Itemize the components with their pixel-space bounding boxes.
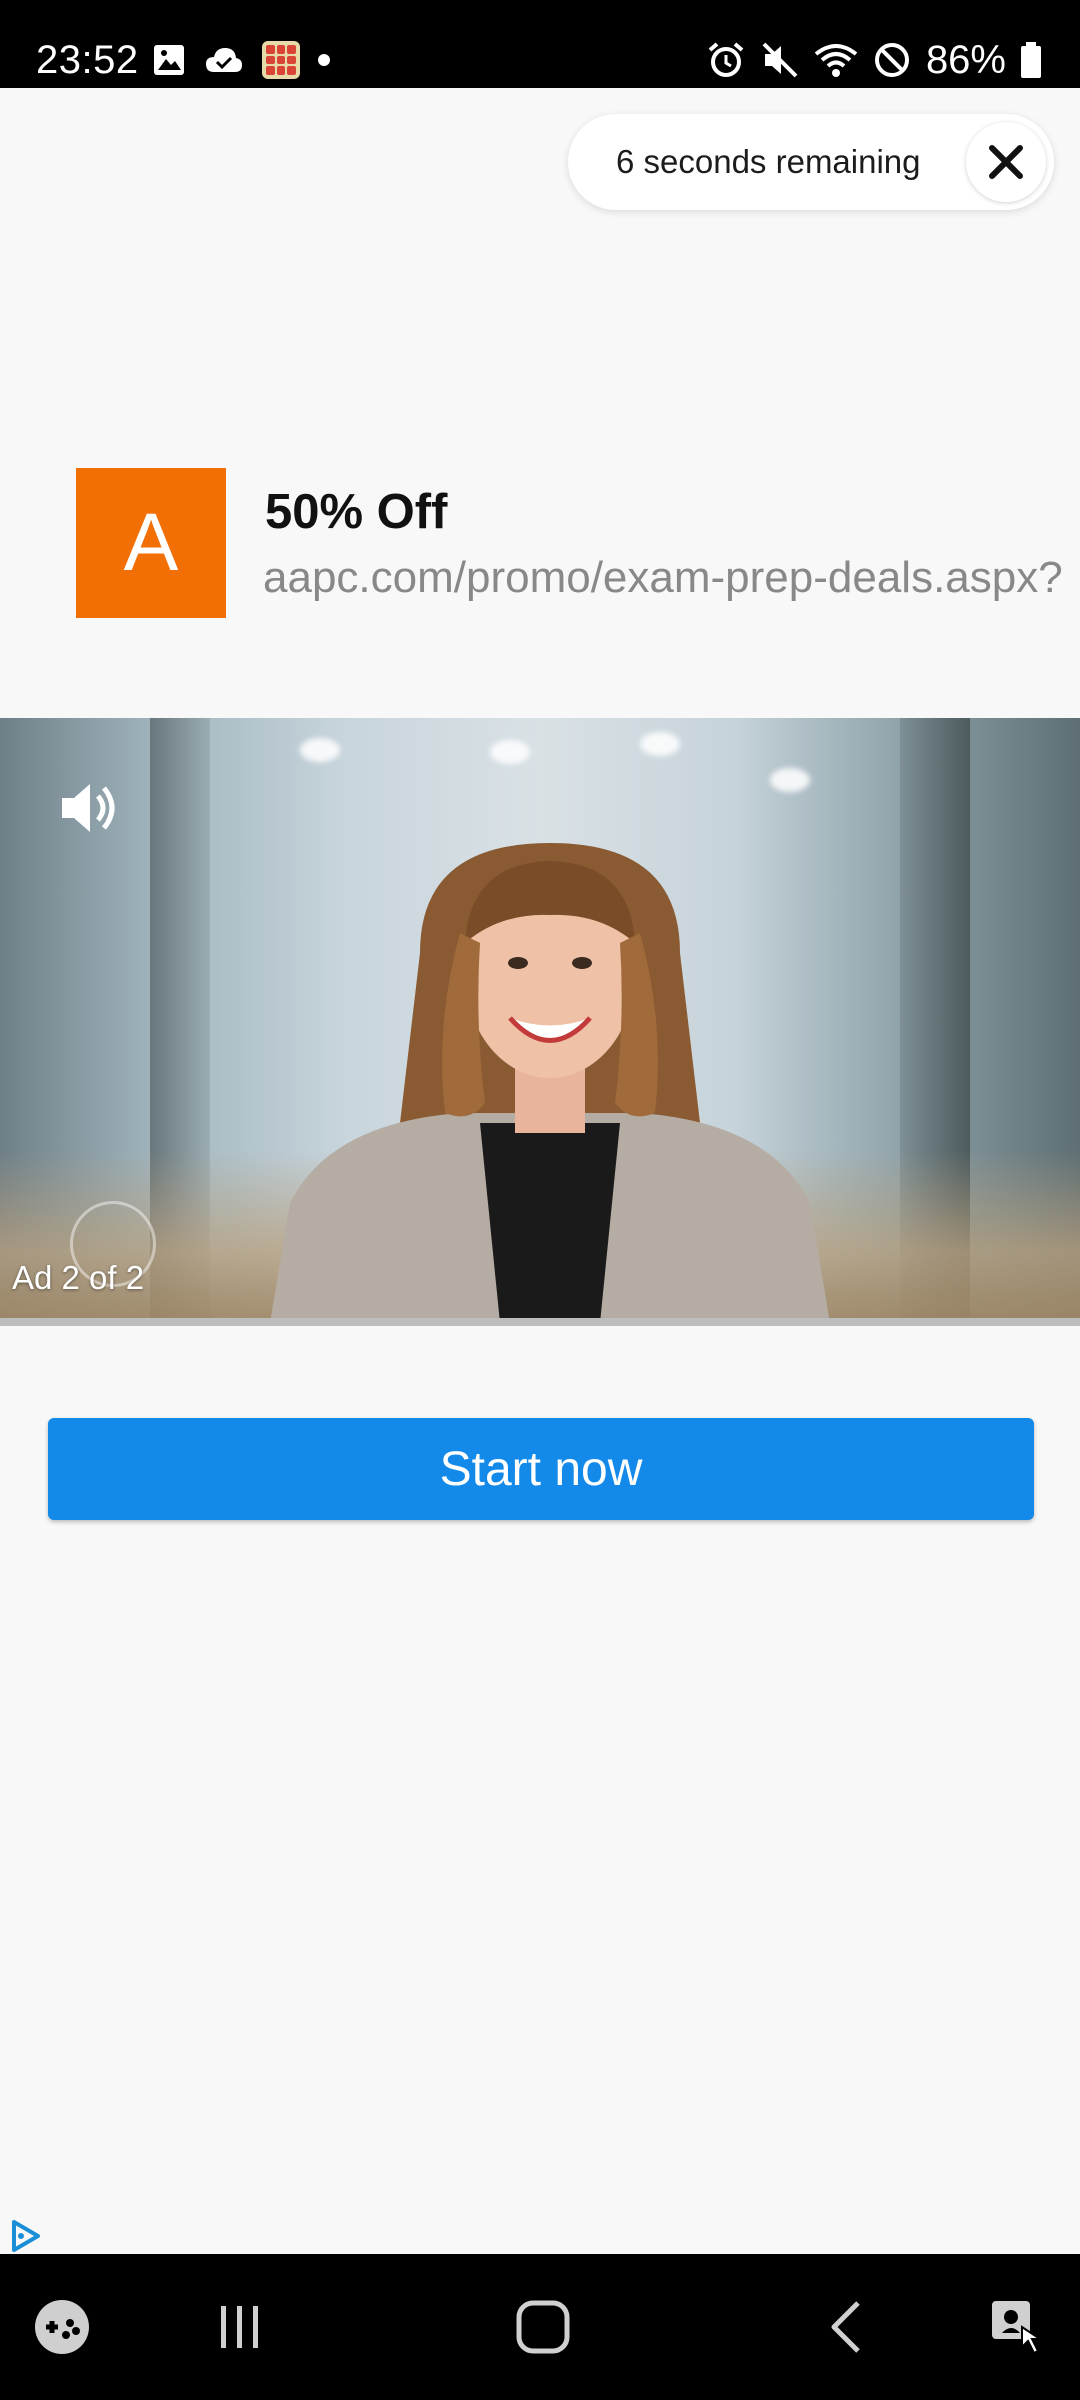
status-time: 23:52 [36, 38, 139, 82]
back-button[interactable] [806, 2254, 886, 2400]
video-progress-bar [0, 1318, 1080, 1326]
do-not-disturb-icon [874, 43, 909, 77]
countdown-text: 6 seconds remaining [616, 143, 921, 180]
ceiling-light [490, 740, 530, 764]
close-ad-button[interactable] [966, 122, 1046, 202]
ceiling-light [640, 732, 680, 756]
status-bar: 23:52 86% [0, 0, 1080, 88]
recent-apps-button[interactable] [200, 2254, 280, 2400]
adchoices-icon[interactable] [8, 2218, 44, 2254]
battery-icon [1021, 42, 1041, 78]
ad-title[interactable]: 50% Off [265, 484, 447, 540]
game-launcher-icon [35, 2300, 89, 2354]
game-app-icon [262, 41, 300, 79]
alarm-icon [708, 42, 744, 77]
mute-icon [762, 42, 798, 78]
status-notification-icons [152, 40, 330, 80]
cloud-check-icon [206, 48, 242, 72]
start-now-button[interactable]: Start now [48, 1418, 1034, 1520]
home-button[interactable] [503, 2254, 583, 2400]
ad-video[interactable]: Ad 2 of 2 [0, 718, 1080, 1320]
home-icon [516, 2300, 570, 2354]
navigation-bar [0, 2254, 1080, 2400]
back-icon [831, 2301, 860, 2353]
presenter-figure [270, 843, 830, 1320]
accessibility-button[interactable] [976, 2254, 1060, 2400]
wifi-icon [814, 44, 858, 77]
accessibility-icon [992, 2301, 1044, 2355]
video-progress-fill [0, 1318, 1080, 1326]
speaker-icon[interactable] [54, 772, 126, 844]
close-icon [989, 145, 1023, 179]
status-system-icons: 86% [706, 38, 1042, 82]
battery-percentage: 86% [925, 38, 1006, 82]
advertiser-logo[interactable]: A [76, 468, 226, 618]
gallery-icon [154, 45, 184, 75]
ad-counter: Ad 2 of 2 [12, 1259, 145, 1296]
ad-url[interactable]: aapc.com/promo/exam-prep-deals.aspx? [263, 552, 1080, 604]
ceiling-light [770, 768, 810, 792]
ceiling-light [300, 738, 340, 762]
ad-countdown-pill: 6 seconds remaining [568, 114, 1054, 210]
notification-dot [318, 54, 330, 66]
recent-apps-icon [221, 2306, 258, 2348]
game-launcher-button[interactable] [22, 2254, 102, 2400]
